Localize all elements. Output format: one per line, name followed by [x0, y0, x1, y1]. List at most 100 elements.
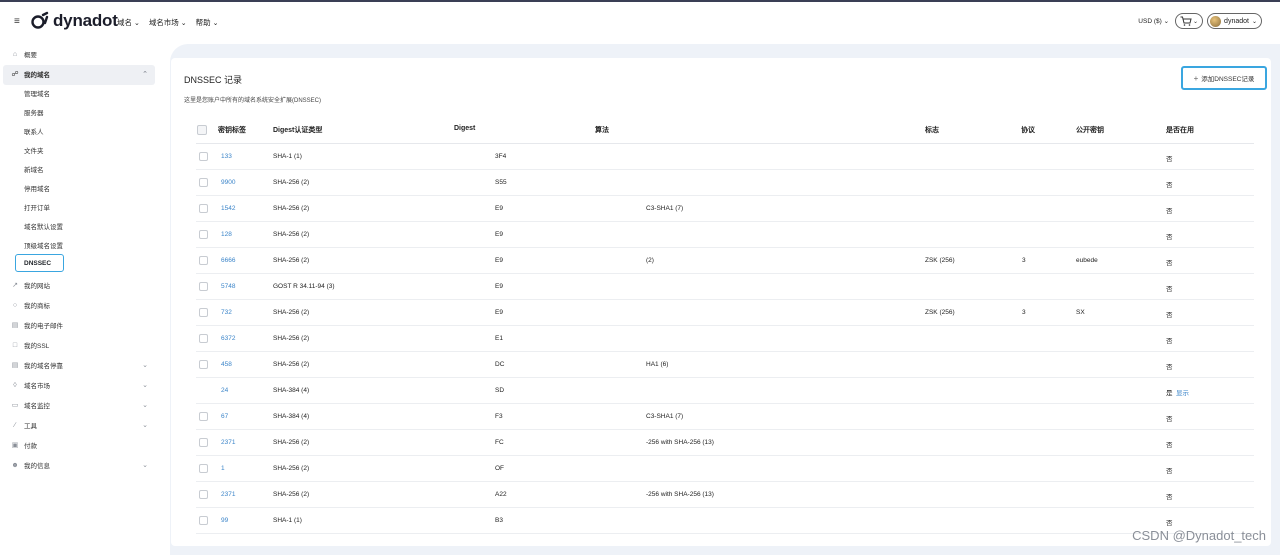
- table-row[interactable]: 99 SHA-1 (1) B3 否: [196, 508, 1254, 534]
- row-checkbox[interactable]: [199, 490, 208, 499]
- digest-type-cell: SHA-256 (2): [273, 309, 310, 316]
- in-use-cell: 否: [1166, 208, 1173, 215]
- col-flags[interactable]: 标志: [925, 125, 939, 135]
- logo[interactable]: dynadot: [30, 11, 118, 31]
- currency-selector[interactable]: USD ($) ⌄: [1138, 17, 1169, 25]
- sidebar-subitem-contacts[interactable]: 联系人: [24, 126, 44, 136]
- key-tag-cell[interactable]: 2371: [221, 439, 235, 446]
- account-menu-button[interactable]: dynadot ⌄: [1207, 13, 1262, 29]
- sidebar-item-trademarks[interactable]: ○ 我的商标: [11, 300, 156, 311]
- sidebar-subitem-new-domains[interactable]: 新域名: [24, 164, 44, 174]
- row-checkbox[interactable]: [199, 334, 208, 343]
- key-tag-cell[interactable]: 732: [221, 309, 232, 316]
- nav-marketplace[interactable]: 域名市场: [149, 17, 187, 28]
- key-tag-cell[interactable]: 24: [221, 387, 228, 394]
- dnssec-card: DNSSEC 记录 这里是您账户中所有的域名系统安全扩展(DNSSEC) + 添…: [171, 58, 1271, 546]
- sidebar-item-marketplace[interactable]: ◊ 域名市场 ⌄: [11, 380, 156, 391]
- table-row[interactable]: 2371 SHA-256 (2) FC -256 with SHA-256 (13) 否: [196, 430, 1254, 456]
- sidebar-item-overview[interactable]: ⌂ 概要: [11, 49, 156, 60]
- sidebar-subitem-servers[interactable]: 服务器: [24, 107, 44, 117]
- row-checkbox[interactable]: [199, 204, 208, 213]
- table-row[interactable]: 24 SHA-384 (4) SD 是显示: [196, 378, 1254, 404]
- key-tag-cell[interactable]: 67: [221, 413, 228, 420]
- table-row[interactable]: 6372 SHA-256 (2) E1 否: [196, 326, 1254, 352]
- show-key-link[interactable]: 显示: [1176, 387, 1189, 397]
- sidebar-item-payments[interactable]: ▣ 付款: [11, 440, 156, 450]
- row-checkbox[interactable]: [199, 230, 208, 239]
- sidebar-item-label: 我的网站: [24, 283, 50, 290]
- col-protocol[interactable]: 协议: [1021, 125, 1035, 135]
- row-checkbox[interactable]: [199, 256, 208, 265]
- row-checkbox[interactable]: [199, 438, 208, 447]
- sidebar-item-email[interactable]: ▤ 我的电子邮件: [11, 320, 156, 330]
- table-row[interactable]: 9900 SHA-256 (2) S55 否: [196, 170, 1254, 196]
- table-row[interactable]: 2371 SHA-256 (2) A22 -256 with SHA-256 (13)…: [196, 482, 1254, 508]
- sidebar-item-ssl[interactable]: □ 我的SSL: [11, 340, 156, 351]
- sidebar-item-parking[interactable]: ▤ 我的域名停靠 ⌄: [11, 360, 156, 370]
- key-tag-cell[interactable]: 99: [221, 517, 228, 524]
- nav-help[interactable]: 帮助: [196, 17, 219, 28]
- select-all-checkbox[interactable]: [197, 125, 207, 135]
- col-digest[interactable]: Digest: [454, 125, 475, 132]
- row-checkbox[interactable]: [199, 464, 208, 473]
- table-row[interactable]: 458 SHA-256 (2) DC HA1 (6) 否: [196, 352, 1254, 378]
- table-row[interactable]: 5748 GOST R 34.11-94 (3) E9 否: [196, 274, 1254, 300]
- table-row[interactable]: 67 SHA-384 (4) F3 C3-SHA1 (7) 否: [196, 404, 1254, 430]
- sidebar-subitem-tld-settings[interactable]: 顶级域名设置: [24, 240, 63, 250]
- table-row[interactable]: 128 SHA-256 (2) E9 否: [196, 222, 1254, 248]
- col-key-tag[interactable]: 密钥标签: [218, 125, 246, 135]
- row-checkbox[interactable]: [199, 360, 208, 369]
- sidebar-item-label: 工具: [24, 423, 37, 430]
- sidebar-item-my-domains[interactable]: ☍ 我的域名 ⌃: [11, 69, 156, 79]
- key-tag-cell[interactable]: 133: [221, 153, 232, 160]
- sidebar-subitem-open-orders[interactable]: 打开订单: [24, 202, 50, 212]
- sidebar-item-label: 域名监控: [24, 403, 50, 410]
- flags-cell: ZSK (256): [925, 257, 955, 264]
- key-tag-cell[interactable]: 1542: [221, 205, 235, 212]
- sidebar-item-monitoring[interactable]: ▭ 域名监控 ⌄: [11, 400, 156, 410]
- row-checkbox[interactable]: [199, 516, 208, 525]
- key-tag-cell[interactable]: 2371: [221, 491, 235, 498]
- cart-button[interactable]: ⌄: [1175, 13, 1204, 29]
- sidebar-subitem-inactive-domains[interactable]: 停用域名: [24, 183, 50, 193]
- col-in-use[interactable]: 是否在用: [1166, 125, 1194, 135]
- row-checkbox[interactable]: [199, 308, 208, 317]
- col-public-key[interactable]: 公开密钥: [1076, 125, 1104, 135]
- key-tag-cell[interactable]: 458: [221, 361, 232, 368]
- key-tag-cell[interactable]: 6372: [221, 335, 235, 342]
- sidebar-item-label: 我的商标: [24, 303, 50, 310]
- key-tag-cell[interactable]: 6666: [221, 257, 235, 264]
- key-tag-cell[interactable]: 5748: [221, 283, 235, 290]
- in-use-cell: 否: [1166, 234, 1173, 241]
- row-checkbox[interactable]: [199, 412, 208, 421]
- menu-icon[interactable]: ≡: [14, 16, 20, 27]
- add-dnssec-button[interactable]: + 添加DNSSEC记录: [1181, 66, 1267, 90]
- table-row[interactable]: 1 SHA-256 (2) OF 否: [196, 456, 1254, 482]
- sidebar-item-my-info[interactable]: ☻ 我的信息 ⌄: [11, 460, 156, 471]
- account-name: dynadot: [1224, 17, 1249, 25]
- col-digest-type[interactable]: Digest认证类型: [273, 125, 322, 135]
- sidebar-subitem-domain-defaults[interactable]: 域名默认设置: [24, 221, 63, 231]
- digest-cell: E9: [495, 231, 503, 238]
- sidebar-item-tools[interactable]: ∕ 工具 ⌄: [11, 420, 156, 431]
- sidebar-subitem-dnssec[interactable]: DNSSEC: [15, 254, 64, 272]
- sidebar-item-websites[interactable]: ↗ 我的网站: [11, 280, 156, 290]
- table-row[interactable]: 133 SHA-1 (1) 3F4 否: [196, 144, 1254, 170]
- row-checkbox[interactable]: [199, 282, 208, 291]
- key-tag-cell[interactable]: 9900: [221, 179, 235, 186]
- table-row[interactable]: 732 SHA-256 (2) E9 ZSK (256) 3 SX 否: [196, 300, 1254, 326]
- digest-type-cell: SHA-256 (2): [273, 491, 310, 498]
- logo-text: dynadot: [53, 11, 118, 30]
- row-checkbox[interactable]: [199, 152, 208, 161]
- key-tag-cell[interactable]: 1: [221, 465, 225, 472]
- table-row[interactable]: 1542 SHA-256 (2) E9 C3-SHA1 (7) 否: [196, 196, 1254, 222]
- sidebar-item-label: 我的SSL: [24, 343, 50, 350]
- row-checkbox[interactable]: [199, 178, 208, 187]
- nav-domains[interactable]: 域名: [117, 17, 140, 28]
- table-row[interactable]: 6666 SHA-256 (2) E9 (2) ZSK (256) 3 eubede 否: [196, 248, 1254, 274]
- sidebar: ⌂ 概要 ☍ 我的域名 ⌃ 管理域名 服务器 联系人 文件夹 新域名 停用域名 …: [0, 42, 165, 555]
- sidebar-subitem-manage-domains[interactable]: 管理域名: [24, 88, 50, 98]
- sidebar-subitem-folders[interactable]: 文件夹: [24, 145, 44, 155]
- key-tag-cell[interactable]: 128: [221, 231, 232, 238]
- col-algorithm[interactable]: 算法: [595, 125, 609, 135]
